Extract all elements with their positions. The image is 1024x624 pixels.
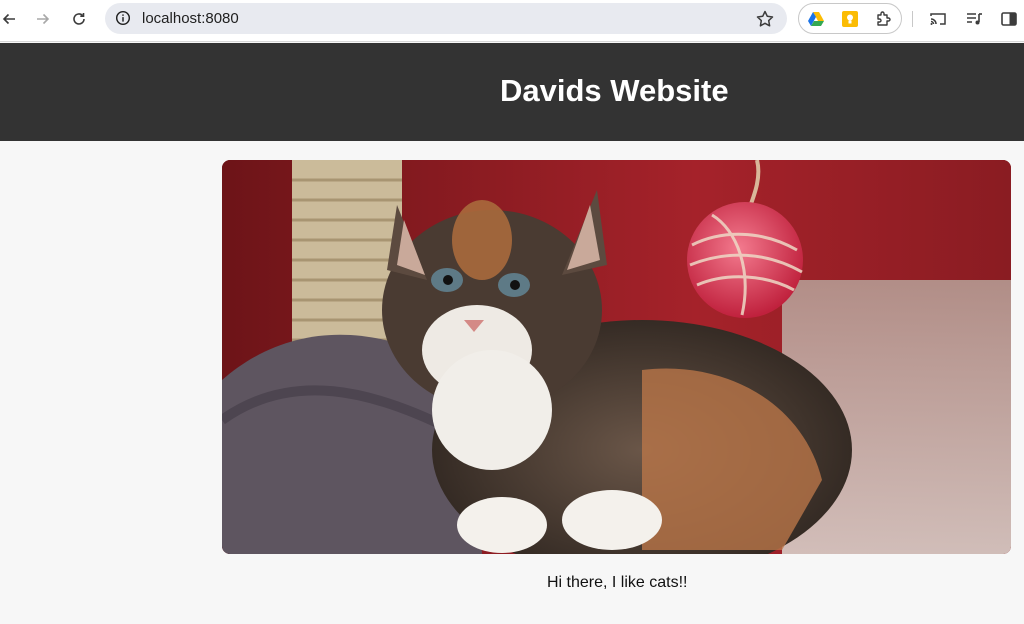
info-icon[interactable] [113, 8, 133, 28]
site-title: Davids Website [500, 73, 729, 108]
forward-icon[interactable] [30, 7, 56, 31]
reload-icon[interactable] [66, 7, 92, 31]
side-panel-icon[interactable] [999, 9, 1019, 29]
back-icon[interactable] [0, 7, 22, 31]
toolbar-divider [912, 11, 913, 27]
url-text[interactable]: localhost:8080 [142, 10, 239, 27]
extensions-icon[interactable] [875, 10, 893, 28]
address-bar[interactable]: localhost:8080 [105, 3, 787, 34]
caption-text: Hi there, I like cats!! [547, 574, 688, 591]
cast-icon[interactable] [928, 9, 948, 29]
keep-icon[interactable] [841, 10, 859, 28]
site-header: Davids Website [0, 43, 1024, 141]
kitten-photo [222, 160, 1011, 554]
media-queue-icon[interactable] [964, 9, 984, 29]
extensions-group [798, 3, 902, 34]
bookmark-star-icon[interactable] [755, 9, 775, 29]
google-drive-icon[interactable] [807, 10, 825, 28]
browser-toolbar: localhost:8080 [0, 0, 1024, 42]
